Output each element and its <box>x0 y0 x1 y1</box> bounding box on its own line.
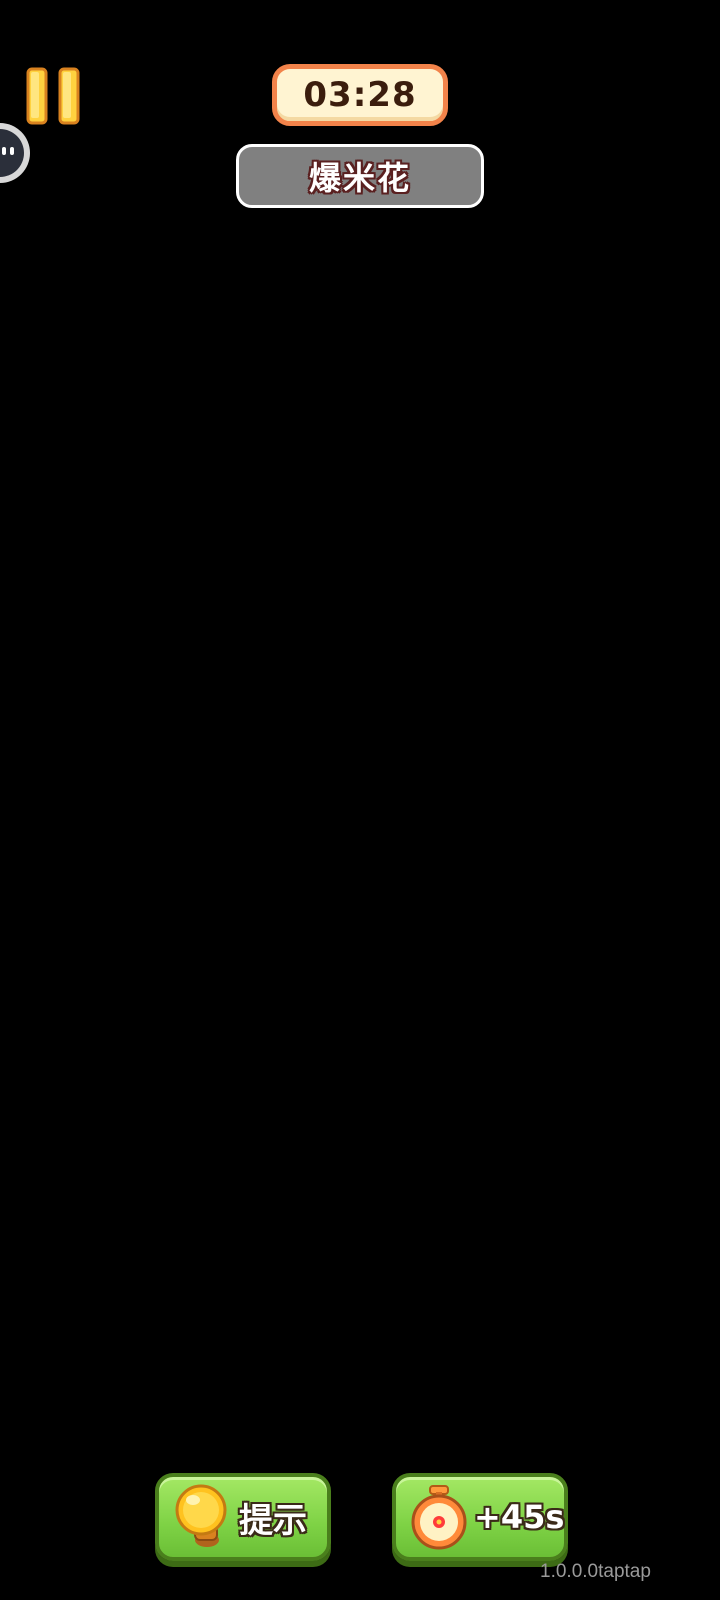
game-screen: 03:28 爆米花 提示 +45s 1.0.0.0taptap <box>0 0 720 1600</box>
add-time-label: +45s <box>474 1498 565 1536</box>
floating-assistant-icon <box>0 122 32 184</box>
floating-assistant-button[interactable] <box>0 122 32 184</box>
target-word-label: 爆米花 <box>236 144 484 208</box>
hint-button-label: 提示 <box>239 1500 307 1541</box>
hint-button[interactable]: 提示 <box>155 1473 331 1561</box>
stopwatch-icon <box>408 1484 470 1550</box>
pause-button[interactable] <box>26 67 82 125</box>
lightbulb-icon <box>171 1484 233 1550</box>
pause-icon <box>26 67 82 125</box>
version-label: 1.0.0.0taptap <box>540 1561 651 1582</box>
countdown-timer: 03:28 <box>272 64 448 126</box>
add-time-button[interactable]: +45s <box>392 1473 568 1561</box>
